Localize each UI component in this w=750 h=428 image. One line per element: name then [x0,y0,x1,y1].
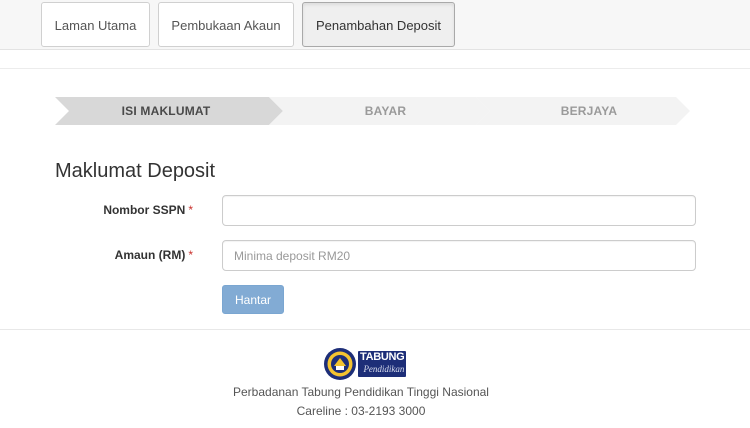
tab-laman-utama[interactable]: Laman Utama [41,2,150,47]
step-bayar: BAYAR [269,97,490,125]
divider [0,68,750,69]
amaun-input[interactable] [222,240,696,271]
step-label: BAYAR [364,104,407,118]
logo-subword: Pendidikan [363,364,405,374]
logo-wordmark: TABUNG Pendidikan [358,351,407,377]
sspn-input[interactable] [222,195,696,226]
footer-org-name: Perbadanan Tabung Pendidikan Tinggi Nasi… [233,385,489,399]
emblem-icon [324,348,356,380]
footer-careline: Careline : 03-2193 3000 [296,404,426,418]
form-title: Maklumat Deposit [55,160,216,182]
step-label: BERJAYA [560,104,618,118]
step-berjaya: BERJAYA [476,97,690,125]
hantar-button[interactable]: Hantar [222,285,284,314]
tabung-pendidikan-logo: TABUNG Pendidikan [323,347,407,381]
step-label: ISI MAKLUMAT [121,104,211,118]
amaun-label-text: Amaun (RM) [114,248,186,262]
amaun-label: Amaun (RM) * [53,248,193,262]
sspn-label: Nombor SSPN * [53,203,193,217]
step-isi-maklumat: ISI MAKLUMAT [55,97,283,125]
required-marker: * [188,248,193,262]
logo-word: TABUNG [360,351,405,363]
sspn-label-text: Nombor SSPN [103,203,186,217]
required-marker: * [188,203,193,217]
divider [0,329,750,330]
step-indicator: ISI MAKLUMAT BAYAR BERJAYA [55,97,690,125]
tab-pembukaan-akaun[interactable]: Pembukaan Akaun [158,2,294,47]
tab-penambahan-deposit[interactable]: Penambahan Deposit [302,2,455,47]
top-nav-bar: Laman Utama Pembukaan Akaun Penambahan D… [0,0,750,50]
